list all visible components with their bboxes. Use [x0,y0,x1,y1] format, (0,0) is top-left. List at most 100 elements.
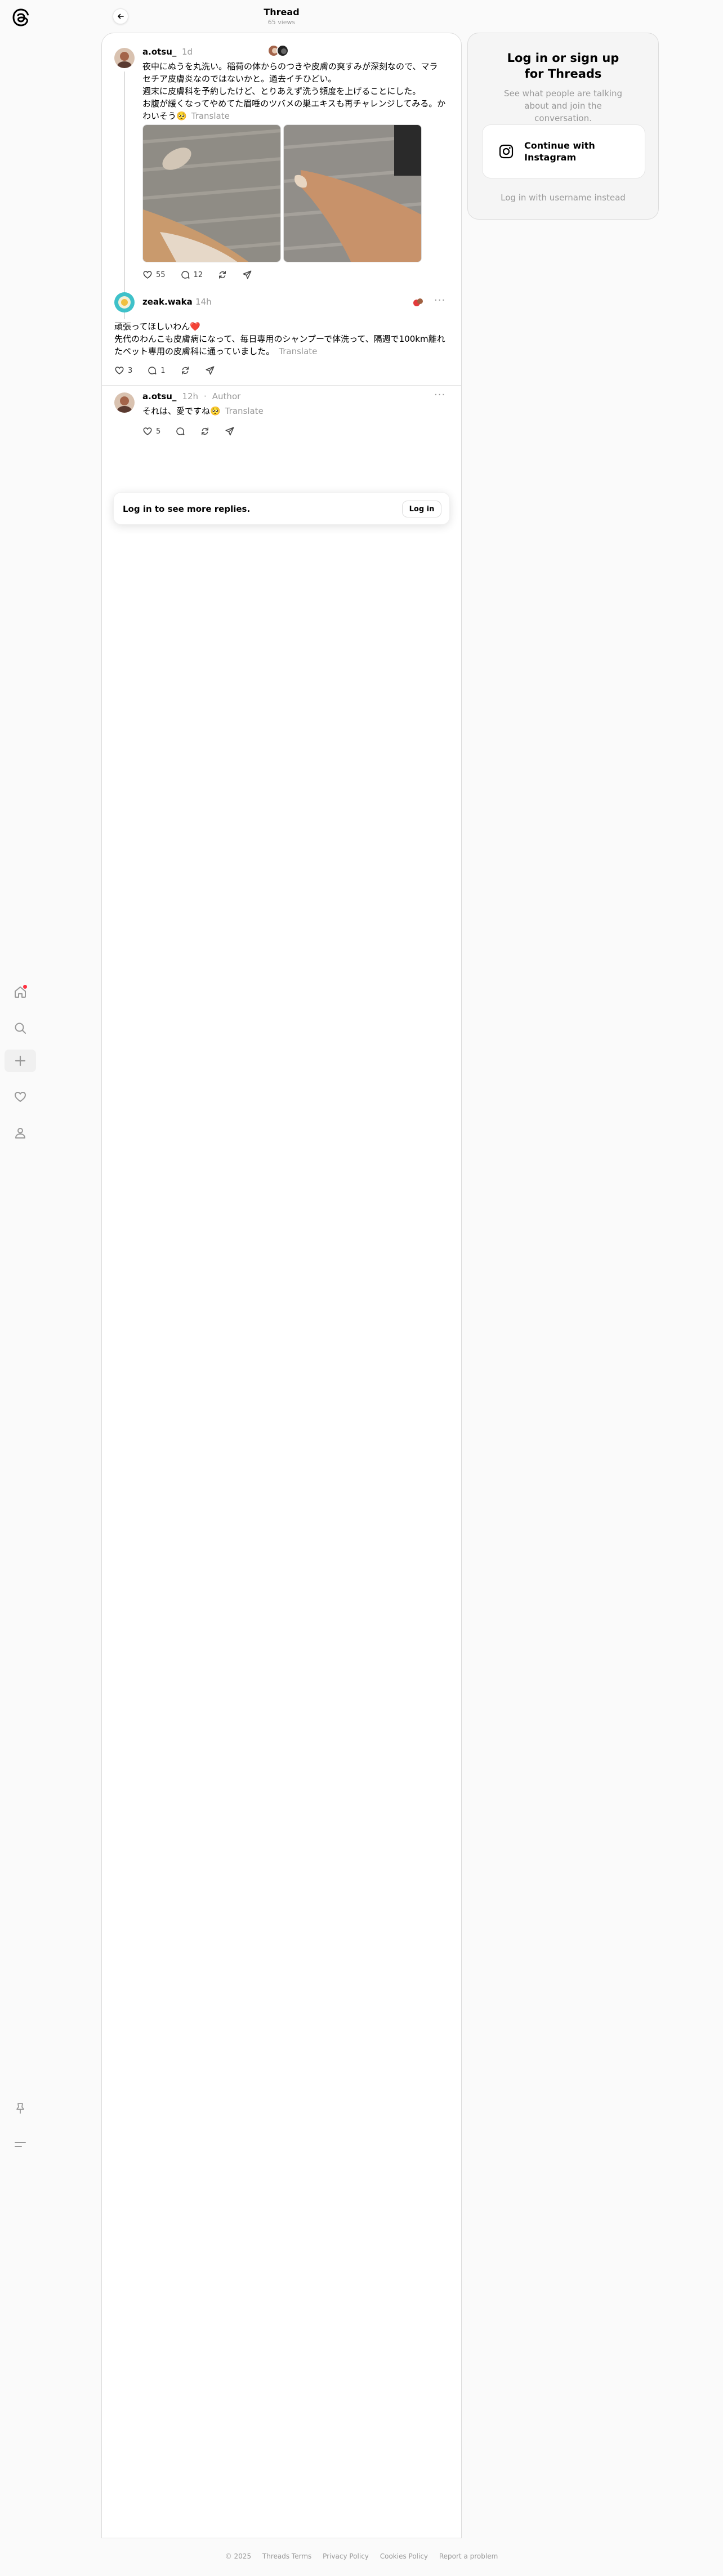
login-prompt-text: Log in to see more replies. [123,504,251,514]
thread-line [124,72,125,319]
comment-icon [176,427,185,435]
nav-pin[interactable] [5,2093,36,2123]
nav-profile[interactable] [5,1118,36,1148]
post-photo[interactable] [283,124,422,262]
translate-link[interactable]: Translate [191,111,230,121]
footer-link-cookies[interactable]: Cookies Policy [380,2552,428,2560]
reply-count: 1 [160,366,166,375]
translate-link[interactable]: Translate [279,346,317,356]
translate-link[interactable]: Translate [225,406,264,416]
repost-button[interactable] [180,365,190,376]
post-username[interactable]: a.otsu_ [142,47,176,57]
author-badge: Author [212,391,241,401]
share-button[interactable] [225,426,235,436]
like-count: 3 [128,366,133,375]
reply-time: 14h [195,297,212,307]
photo-dog-image [284,125,421,262]
username-login-link[interactable]: Log in with username instead [468,193,658,203]
reply-button[interactable]: 12 [180,270,203,280]
reply-avatar-image [278,46,288,56]
reply-actions: 3 1 [114,365,215,376]
nav-home[interactable] [5,977,36,1007]
reply-divider [102,385,461,386]
send-icon [225,427,234,436]
threads-logo-icon[interactable] [11,8,30,27]
reply-username[interactable]: zeak.waka [142,297,193,307]
heart-icon [15,1092,26,1102]
thread-feed: a.otsu_ 1d 夜中にぬうを丸洗い。稲荷の体からのつきや皮膚の爽すみが深刻… [101,33,462,2538]
heart-icon [143,427,152,435]
reply-username[interactable]: a.otsu_ [142,391,176,401]
repost-button[interactable] [217,270,227,280]
login-panel-subtitle: See what people are talking about and jo… [503,88,623,123]
nav-activity[interactable] [5,1082,36,1111]
more-options-button[interactable]: ··· [434,389,445,401]
notification-dot [23,985,27,989]
footer-link-terms[interactable]: Threads Terms [262,2552,311,2560]
reply-header: a.otsu_ 12h · Author [142,391,241,401]
reply-button[interactable]: 1 [147,365,166,376]
footer: © 2025 Threads Terms Privacy Policy Cook… [0,2552,723,2560]
avatar-image [114,292,135,312]
repost-icon [219,271,226,279]
post-time: 1d [182,47,193,57]
avatar-image [114,48,135,68]
login-button[interactable]: Log in [402,501,441,517]
post-text: 夜中にぬうを丸洗い。稲荷の体からのつきや皮膚の爽すみが深刻なので、マラ セチア皮… [142,61,446,121]
share-button[interactable] [205,365,215,376]
pin-icon [16,2103,24,2114]
nav-search[interactable] [5,1014,36,1043]
reply-count: 12 [193,270,203,279]
avatar[interactable] [114,48,135,68]
footer-link-report[interactable]: Report a problem [439,2552,498,2560]
view-count: 65 views [267,19,296,26]
reply-avatar [276,44,289,57]
footer-link-privacy[interactable]: Privacy Policy [323,2552,369,2560]
repost-button[interactable] [200,426,210,436]
post-actions: 55 12 [142,270,252,280]
share-button[interactable] [242,270,252,280]
repost-icon [202,427,209,435]
top-bar: Thread 65 views [101,0,462,33]
send-icon [206,366,215,375]
search-icon [15,1023,26,1034]
like-button[interactable]: 5 [142,426,160,436]
like-count: 5 [156,427,161,436]
like-count: 55 [156,270,166,279]
menu-icon [15,2142,26,2147]
reply-actions: 5 [142,426,235,436]
nav-menu[interactable] [5,2129,36,2159]
more-options-button[interactable]: ··· [434,294,445,306]
avatar[interactable] [114,392,135,413]
reply-text: それは、愛ですね🥺 Translate [142,406,264,416]
side-nav-bottom [5,2093,36,2166]
heart-icon [143,271,152,279]
reply-text: 頑張ってほしいわん❤️ 先代のわんこも皮膚病になって、毎日専用のシャンプーで体洗… [114,322,445,356]
badge-icon [413,298,423,306]
reply-button[interactable] [175,426,185,436]
repost-icon [181,367,189,374]
like-button[interactable]: 55 [142,270,166,280]
login-prompt-card: Log in to see more replies. Log in [113,492,450,525]
comment-icon [148,367,157,374]
comment-icon [181,271,190,279]
plus-icon [15,1055,26,1066]
side-nav [5,977,36,1154]
login-panel-title: Log in or sign up for Threads [507,51,619,81]
instagram-icon [499,144,514,159]
heart-icon [115,367,124,374]
reply-time: 12h [182,391,198,401]
post-photo[interactable] [142,124,281,262]
photo-dog-image [143,125,280,262]
person-icon [15,1128,25,1139]
instagram-button-label: Continue with Instagram [524,140,595,163]
avatar-image [114,392,135,413]
nav-create[interactable] [5,1050,36,1072]
avatar[interactable] [114,292,135,312]
like-button[interactable]: 3 [114,365,132,376]
continue-instagram-button[interactable]: Continue with Instagram [482,124,645,178]
login-side-panel: Log in or sign up for Threads See what p… [467,33,659,220]
copyright-text: © 2025 [225,2552,252,2560]
send-icon [243,270,252,279]
page-title: Thread [264,7,300,17]
